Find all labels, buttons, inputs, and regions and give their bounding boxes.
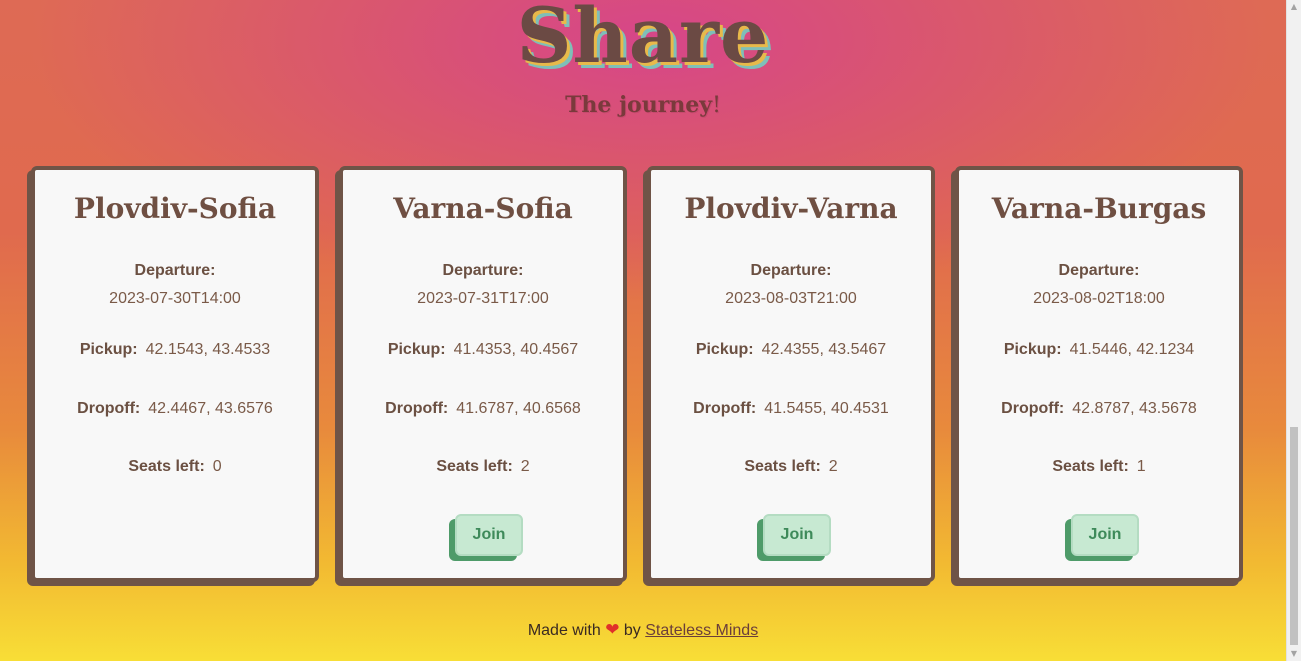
seats-row: Seats left: 2 (651, 456, 931, 476)
seats-left-label: Seats left: (436, 458, 513, 475)
tagline-text: The journey (565, 92, 713, 118)
dropoff-label: Dropoff: (77, 400, 141, 417)
pickup-row: Pickup: 41.5446, 42.1234 (959, 339, 1239, 359)
ride-card: Plovdiv-Varna Departure: 2023-08-03T21:0… (647, 166, 935, 582)
seats-left-value: 2 (520, 458, 530, 475)
ride-route-title: Plovdiv-Varna (684, 192, 898, 225)
vertical-scrollbar[interactable]: ▲ ▼ (1286, 0, 1301, 661)
dropoff-label: Dropoff: (693, 400, 757, 417)
departure-label: Departure: (750, 262, 832, 279)
pickup-label: Pickup: (695, 341, 754, 358)
page: Share The journey! Plovdiv-Sofia Departu… (0, 0, 1286, 661)
ride-route-title: Plovdiv-Sofia (73, 192, 277, 225)
app-tagline: The journey! (0, 92, 1286, 118)
departure-value: 2023-07-31T17:00 (417, 290, 549, 307)
footer-by: by (623, 622, 641, 639)
pickup-row: Pickup: 42.1543, 43.4533 (35, 339, 315, 359)
seats-left-label: Seats left: (1052, 458, 1129, 475)
dropoff-value: 42.8787, 43.5678 (1072, 400, 1197, 417)
pickup-row: Pickup: 41.4353, 40.4567 (343, 339, 623, 359)
app-title: Share (516, 0, 770, 80)
departure-value: 2023-07-30T14:00 (109, 290, 241, 307)
heart-icon: ❤ (605, 620, 620, 639)
tagline-suffix: ! (712, 93, 721, 118)
join-button[interactable]: Join (455, 514, 523, 556)
author-link[interactable]: Stateless Minds (645, 622, 758, 639)
dropoff-row: Dropoff: 41.6787, 40.6568 (343, 398, 623, 418)
dropoff-label: Dropoff: (1001, 400, 1065, 417)
dropoff-value: 42.4467, 43.6576 (148, 400, 273, 417)
seats-left-value: 1 (1136, 458, 1146, 475)
dropoff-row: Dropoff: 41.5455, 40.4531 (651, 398, 931, 418)
departure-value: 2023-08-02T18:00 (1033, 290, 1165, 307)
ride-card: Plovdiv-Sofia Departure: 2023-07-30T14:0… (31, 166, 319, 582)
pickup-value: 41.4353, 40.4567 (453, 341, 579, 358)
footer-made-with: Made with (527, 622, 601, 639)
ride-card: Varna-Burgas Departure: 2023-08-02T18:00… (955, 166, 1243, 582)
seats-left-value: 0 (212, 458, 222, 475)
join-button[interactable]: Join (1071, 514, 1139, 556)
dropoff-row: Dropoff: 42.4467, 43.6576 (35, 398, 315, 418)
seats-left-label: Seats left: (128, 458, 205, 475)
departure-label: Departure: (442, 262, 524, 279)
pickup-row: Pickup: 42.4355, 43.5467 (651, 339, 931, 359)
seats-row: Seats left: 0 (35, 456, 315, 476)
seats-left-value: 2 (828, 458, 838, 475)
departure-label: Departure: (1058, 262, 1140, 279)
seats-left-label: Seats left: (744, 458, 821, 475)
seats-row: Seats left: 2 (343, 456, 623, 476)
scroll-up-icon[interactable]: ▲ (1287, 0, 1301, 14)
departure-label: Departure: (134, 262, 216, 279)
departure-value: 2023-08-03T21:00 (725, 290, 857, 307)
pickup-label: Pickup: (79, 341, 138, 358)
ride-card: Varna-Sofia Departure: 2023-07-31T17:00 … (339, 166, 627, 582)
join-button[interactable]: Join (763, 514, 831, 556)
dropoff-value: 41.5455, 40.4531 (764, 400, 889, 417)
footer: Made with ❤ by Stateless Minds (0, 620, 1286, 640)
pickup-label: Pickup: (1003, 341, 1062, 358)
scroll-down-icon[interactable]: ▼ (1287, 647, 1301, 661)
scrollbar-thumb[interactable] (1290, 427, 1298, 645)
ride-route-title: Varna-Sofia (393, 192, 573, 225)
pickup-value: 42.1543, 43.4533 (145, 341, 271, 358)
dropoff-label: Dropoff: (385, 400, 449, 417)
dropoff-row: Dropoff: 42.8787, 43.5678 (959, 398, 1239, 418)
pickup-label: Pickup: (387, 341, 446, 358)
dropoff-value: 41.6787, 40.6568 (456, 400, 581, 417)
pickup-value: 41.5446, 42.1234 (1069, 341, 1195, 358)
ride-card-list: Plovdiv-Sofia Departure: 2023-07-30T14:0… (25, 166, 1265, 586)
pickup-value: 42.4355, 43.5467 (761, 341, 887, 358)
seats-row: Seats left: 1 (959, 456, 1239, 476)
ride-route-title: Varna-Burgas (991, 192, 1207, 225)
